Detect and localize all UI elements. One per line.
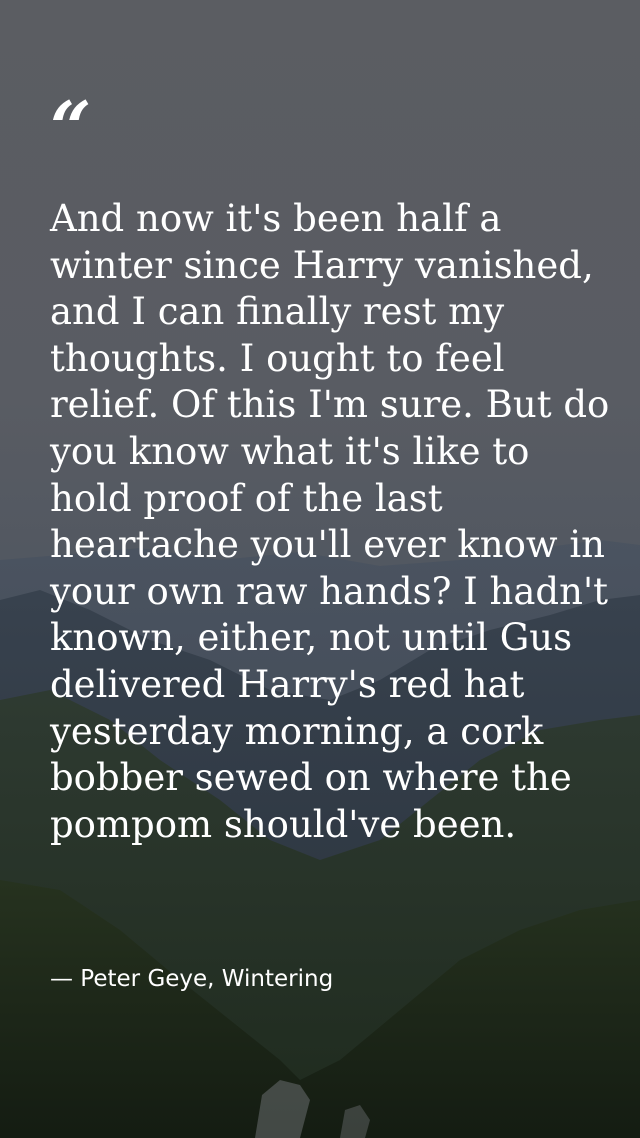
- quote-text: And now it's been half a winter since Ha…: [50, 197, 610, 846]
- quote-attribution: — Peter Geye, Wintering: [50, 966, 334, 992]
- quote-mark: “: [50, 85, 92, 170]
